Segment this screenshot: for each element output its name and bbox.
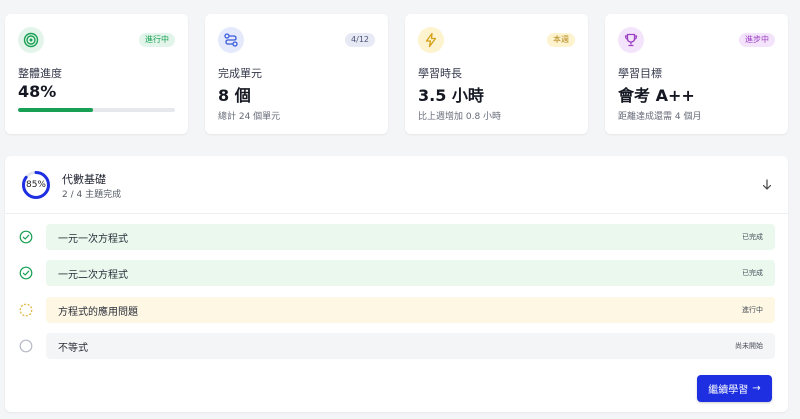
study-time-card: 本週 學習時長 3.5 小時 比上週增加 0.8 小時 — [405, 14, 588, 134]
card-value: 會考 A++ — [618, 86, 695, 105]
lesson-row-body[interactable]: 一元一次方程式 已完成 — [46, 224, 775, 250]
arrow-right-icon: → — [752, 383, 761, 394]
topic-header[interactable]: 85% 代數基礎 2 / 4 主題完成 — [5, 156, 788, 214]
topic-progress-text: 85% — [25, 180, 46, 190]
card-label: 完成單元 — [218, 67, 262, 80]
lesson-row-body[interactable]: 方程式的應用問題 進行中 — [46, 297, 775, 323]
target-icon — [18, 27, 44, 53]
card-label: 學習時長 — [418, 67, 462, 80]
lesson-name: 不等式 — [58, 342, 88, 354]
check-circle-icon — [19, 266, 33, 280]
card-subtext: 總計 24 個單元 — [218, 112, 281, 122]
lesson-row[interactable]: 方程式的應用問題 進行中 — [19, 297, 775, 323]
in-progress-circle-icon — [19, 303, 33, 317]
lesson-name: 一元二次方程式 — [58, 269, 128, 281]
arrow-down-icon[interactable] — [760, 178, 774, 192]
topic-title: 代數基礎 — [62, 173, 106, 186]
empty-circle-icon — [19, 339, 33, 353]
card-subtext: 距離達成還需 4 個月 — [618, 112, 702, 122]
lesson-row[interactable]: 一元二次方程式 已完成 — [19, 260, 775, 286]
lesson-name: 方程式的應用問題 — [58, 306, 138, 318]
lesson-row-body[interactable]: 一元二次方程式 已完成 — [46, 260, 775, 286]
card-subtext: 比上週增加 0.8 小時 — [418, 112, 502, 122]
lesson-state: 已完成 — [742, 233, 763, 241]
units-badge: 4/12 — [345, 33, 375, 47]
lesson-row[interactable]: 不等式 尚未開始 — [19, 333, 775, 359]
topic-panel: 85% 代數基礎 2 / 4 主題完成 一元一次方程式 已完成 一元二次方程式 … — [5, 156, 788, 412]
route-icon — [218, 27, 244, 53]
trophy-icon — [618, 27, 644, 53]
status-badge: 進步中 — [739, 33, 775, 47]
card-label: 整體進度 — [18, 67, 62, 80]
stats-cards: 進行中 整體進度 48% 4/12 完成單元 8 個 總計 24 個單元 本週 … — [5, 14, 795, 134]
lesson-state: 進行中 — [742, 306, 763, 314]
lesson-state: 尚未開始 — [735, 342, 763, 350]
lesson-name: 一元一次方程式 — [58, 233, 128, 245]
button-label: 繼續學習 — [708, 385, 749, 396]
progress-fill — [18, 108, 94, 112]
lightning-icon — [418, 27, 444, 53]
units-completed-card: 4/12 完成單元 8 個 總計 24 個單元 — [205, 14, 388, 134]
topic-subtitle: 2 / 4 主題完成 — [62, 190, 122, 200]
overall-progress-card: 進行中 整體進度 48% — [5, 14, 188, 134]
continue-learning-button[interactable]: 繼續學習 → — [697, 375, 772, 402]
learning-goal-card: 進步中 學習目標 會考 A++ 距離達成還需 4 個月 — [605, 14, 788, 134]
card-value: 8 個 — [218, 86, 251, 105]
card-value: 48% — [18, 82, 57, 101]
lesson-row[interactable]: 一元一次方程式 已完成 — [19, 224, 775, 250]
period-badge: 本週 — [547, 33, 575, 47]
check-circle-icon — [19, 230, 33, 244]
lesson-state: 已完成 — [742, 269, 763, 277]
card-value: 3.5 小時 — [418, 86, 484, 105]
overall-progress-bar — [18, 108, 175, 112]
card-label: 學習目標 — [618, 67, 662, 80]
lesson-row-body[interactable]: 不等式 尚未開始 — [46, 333, 775, 359]
status-badge: 進行中 — [139, 33, 175, 47]
